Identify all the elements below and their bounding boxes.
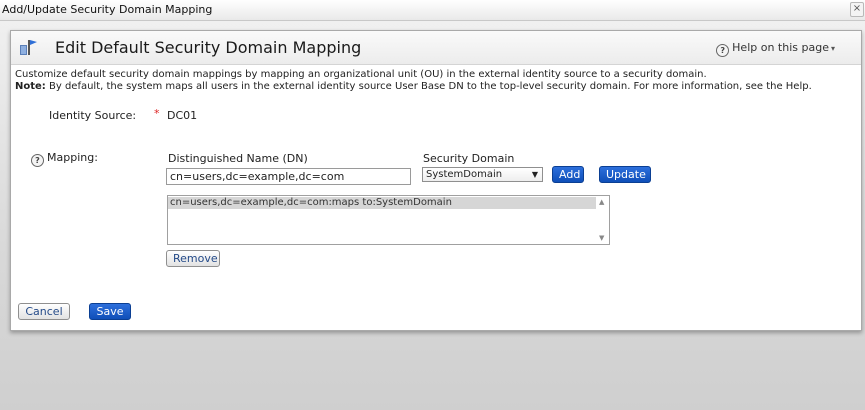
cancel-button[interactable]: Cancel xyxy=(18,303,70,320)
help-link[interactable]: ? Help on this page ▾ xyxy=(716,41,835,57)
scroll-up-icon[interactable]: ▲ xyxy=(599,198,604,206)
list-item[interactable]: cn=users,dc=example,dc=com:maps to:Syste… xyxy=(168,197,596,209)
close-icon[interactable]: × xyxy=(850,2,864,17)
mapping-label: Mapping: xyxy=(47,151,98,164)
mapping-list[interactable]: cn=users,dc=example,dc=com:maps to:Syste… xyxy=(167,195,610,245)
dn-header: Distinguished Name (DN) xyxy=(168,152,308,165)
help-label: Help on this page xyxy=(732,41,829,54)
security-domain-icon xyxy=(20,40,37,55)
dn-input[interactable] xyxy=(166,168,411,185)
window-title: Add/Update Security Domain Mapping xyxy=(2,3,213,16)
add-button[interactable]: Add xyxy=(552,166,584,183)
note-text: By default, the system maps all users in… xyxy=(45,81,812,92)
window-titlebar: Add/Update Security Domain Mapping × xyxy=(0,0,865,21)
panel-header: Edit Default Security Domain Mapping ? He… xyxy=(11,31,861,65)
remove-button[interactable]: Remove xyxy=(166,250,220,267)
chevron-down-icon: ▾ xyxy=(830,44,835,53)
scroll-down-icon[interactable]: ▼ xyxy=(599,234,604,242)
identity-source-label: Identity Source: xyxy=(49,109,137,122)
security-domain-select[interactable]: SystemDomain ▼ xyxy=(422,167,543,182)
save-button[interactable]: Save xyxy=(89,303,131,320)
mapping-label-group: ? Mapping: xyxy=(31,151,98,167)
security-domain-header: Security Domain xyxy=(423,152,515,165)
mapping-help-icon[interactable]: ? xyxy=(31,154,44,167)
page-title: Edit Default Security Domain Mapping xyxy=(55,38,362,57)
dropdown-arrow-icon: ▼ xyxy=(531,170,538,179)
dialog-panel: Edit Default Security Domain Mapping ? He… xyxy=(10,30,862,331)
description-line: Customize default security domain mappin… xyxy=(15,69,707,80)
note-line: Note: By default, the system maps all us… xyxy=(15,81,812,93)
required-marker: * xyxy=(154,107,160,120)
identity-source-value: DC01 xyxy=(167,109,198,122)
security-domain-selected: SystemDomain xyxy=(426,169,503,180)
description: Customize default security domain mappin… xyxy=(15,69,812,93)
update-button[interactable]: Update xyxy=(599,166,651,183)
background-area xyxy=(0,330,865,410)
help-icon: ? xyxy=(716,44,730,57)
list-scrollbar[interactable]: ▲ ▼ xyxy=(596,196,609,244)
note-label: Note: xyxy=(15,81,46,92)
